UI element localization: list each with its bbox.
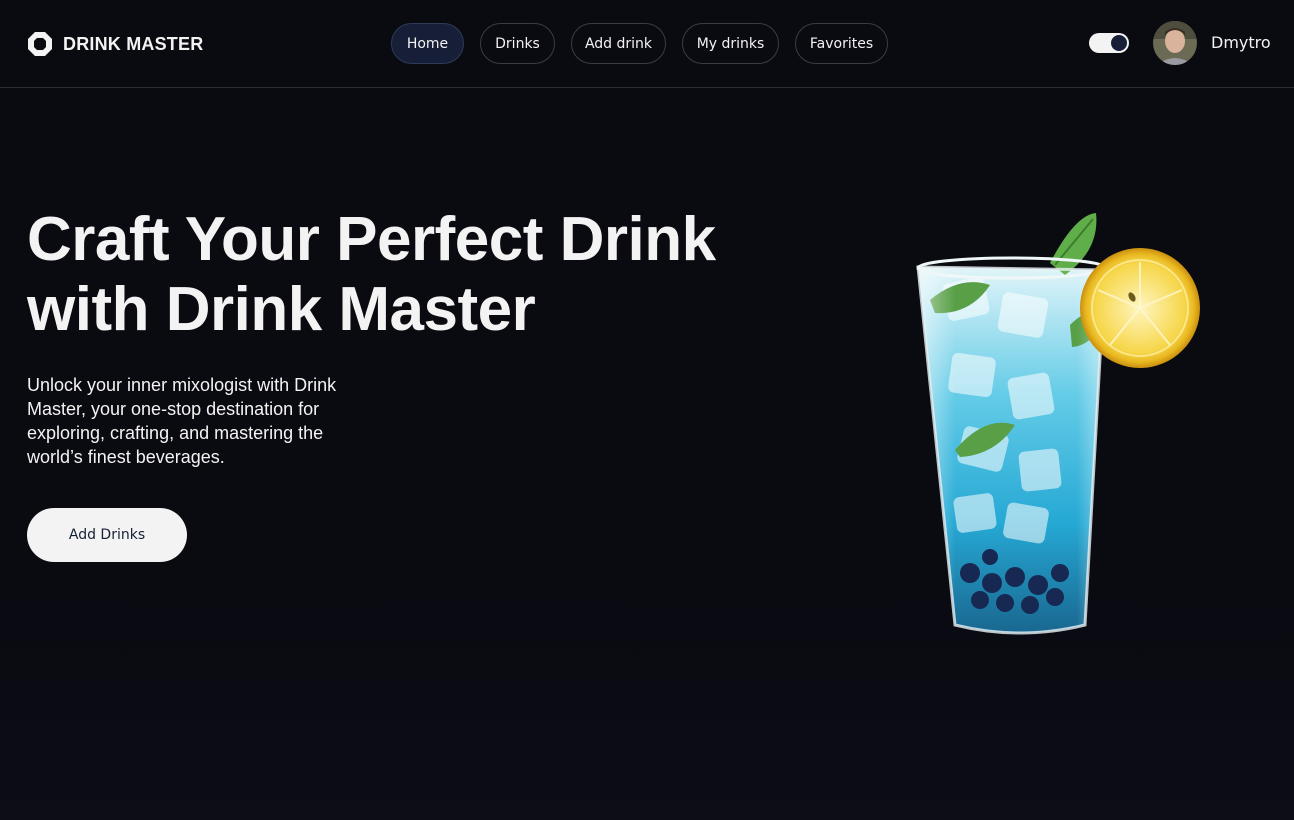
hero-title: Craft Your Perfect Drink with Drink Mast…: [27, 205, 807, 345]
add-drinks-button[interactable]: Add Drinks: [27, 508, 187, 562]
brand-logo[interactable]: DRINK MASTER: [27, 30, 203, 58]
nav-home[interactable]: Home: [391, 23, 464, 64]
user-avatar[interactable]: [1153, 21, 1197, 65]
cocktail-glass-image: [916, 213, 1200, 635]
nav-my-drinks[interactable]: My drinks: [682, 23, 779, 64]
brand-name: DRINK MASTER: [63, 33, 204, 54]
page: DRINK MASTER Home Drinks Add drink My dr…: [0, 0, 1294, 820]
header: DRINK MASTER Home Drinks Add drink My dr…: [0, 0, 1294, 88]
nav-drinks[interactable]: Drinks: [480, 23, 555, 64]
hero-title-line2: with Drink Master: [27, 275, 536, 344]
avatar-icon: [1153, 21, 1197, 65]
nav-favorites[interactable]: Favorites: [795, 23, 888, 64]
toggle-knob: [1111, 35, 1127, 51]
hero-title-line1: Craft Your Perfect Drink: [27, 205, 716, 274]
logo-icon: [28, 32, 52, 56]
theme-toggle[interactable]: [1089, 33, 1129, 53]
nav-add-drink[interactable]: Add drink: [571, 23, 666, 64]
hero-description: Unlock your inner mixologist with Drink …: [27, 375, 337, 467]
user-name[interactable]: Dmytro: [1211, 33, 1271, 52]
